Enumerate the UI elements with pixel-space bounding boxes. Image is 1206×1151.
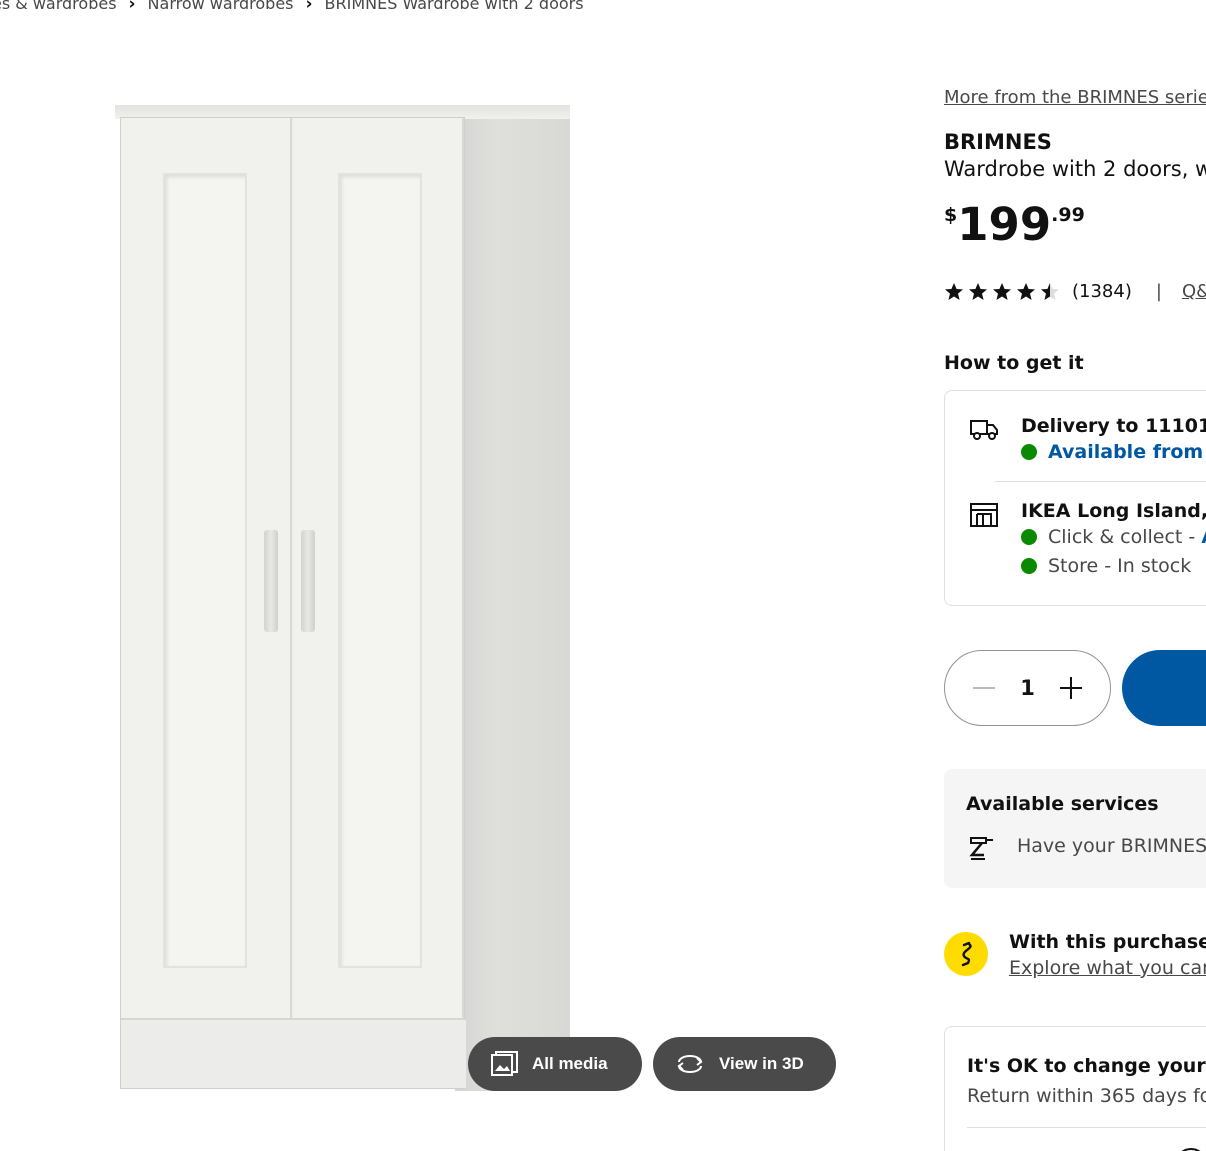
chevron-right-icon: › bbox=[128, 0, 136, 14]
shield-icon bbox=[1181, 1148, 1201, 1151]
star-full-icon bbox=[969, 282, 987, 300]
click-collect-status-text: Av bbox=[1201, 526, 1206, 548]
product-price: $199.99 bbox=[944, 198, 1085, 251]
door-panel bbox=[163, 173, 247, 968]
product-image bbox=[115, 105, 575, 1095]
rating-divider: | bbox=[1155, 281, 1162, 302]
rotate-3d-icon bbox=[677, 1055, 703, 1073]
star-full-icon bbox=[993, 282, 1011, 300]
services-heading: Available services bbox=[966, 793, 1159, 815]
plus-icon[interactable] bbox=[1060, 677, 1082, 699]
series-link[interactable]: More from the BRIMNES series bbox=[944, 87, 1206, 108]
quantity-stepper: 1 bbox=[944, 650, 1111, 726]
star-half-icon bbox=[1041, 282, 1059, 300]
truck-icon bbox=[970, 420, 998, 440]
how-to-get-it-heading: How to get it bbox=[944, 352, 1084, 374]
return-policy-card[interactable]: It's OK to change your mi Return within … bbox=[944, 1026, 1206, 1151]
all-media-label: All media bbox=[532, 1054, 608, 1073]
delivery-status-text: Available from $3 bbox=[1048, 441, 1206, 463]
click-collect-status: Click & collect - Av bbox=[1021, 526, 1206, 548]
chevron-right-icon: › bbox=[305, 0, 313, 14]
view-3d-button[interactable]: View in 3D bbox=[653, 1037, 836, 1091]
wardrobe-handle bbox=[301, 530, 315, 632]
all-media-button[interactable]: All media bbox=[468, 1037, 642, 1091]
product-name: BRIMNES bbox=[944, 130, 1052, 154]
family-swirl-icon bbox=[961, 941, 972, 967]
loyalty-title: With this purchase, y bbox=[1009, 931, 1206, 953]
status-dot-icon bbox=[1021, 558, 1037, 574]
quantity-value[interactable]: 1 bbox=[1020, 676, 1035, 700]
available-services-card[interactable]: Available services Have your BRIMNES p bbox=[944, 769, 1206, 888]
door-panel bbox=[338, 173, 422, 968]
star-full-icon bbox=[945, 282, 963, 300]
product-info-panel: More from the BRIMNES series BRIMNES War… bbox=[944, 0, 1206, 1151]
rating-row[interactable]: (1384) | Q&A bbox=[944, 281, 1206, 302]
product-image-gallery[interactable] bbox=[0, 40, 860, 1151]
wardrobe-door-right bbox=[293, 118, 464, 1018]
status-dot-icon bbox=[1021, 444, 1037, 460]
fulfillment-box: Delivery to 11101 Available from $3 IKEA… bbox=[944, 390, 1206, 606]
click-collect-label: Click & collect - bbox=[1048, 526, 1196, 548]
breadcrumb-narrow-wardrobes[interactable]: Narrow wardrobes bbox=[148, 0, 294, 13]
view-3d-label: View in 3D bbox=[719, 1054, 804, 1073]
gallery-icon bbox=[491, 1051, 518, 1076]
minus-icon[interactable] bbox=[973, 687, 995, 689]
rating-stars bbox=[944, 282, 1060, 302]
divider bbox=[967, 1127, 1206, 1128]
price-decimal: .99 bbox=[1051, 204, 1085, 226]
rating-count: (1384) bbox=[1072, 281, 1132, 302]
return-title: It's OK to change your mi bbox=[967, 1055, 1206, 1077]
loyalty-link[interactable]: Explore what you can g bbox=[1009, 957, 1206, 979]
assembly-tool-icon bbox=[969, 837, 993, 860]
assembly-service-text: Have your BRIMNES p bbox=[1017, 835, 1206, 857]
delivery-title: Delivery to 11101 bbox=[1021, 415, 1206, 437]
price-currency: $ bbox=[944, 204, 958, 226]
store-stock-status: Store - In stock bbox=[1021, 555, 1191, 577]
wardrobe-front bbox=[120, 117, 466, 1089]
store-stock-text: Store - In stock bbox=[1048, 555, 1192, 577]
star-full-icon bbox=[1017, 282, 1035, 300]
add-to-bag-button[interactable] bbox=[1122, 650, 1206, 726]
breadcrumb-current: BRIMNES Wardrobe with 2 doors bbox=[324, 0, 584, 13]
loyalty-icon bbox=[944, 932, 988, 976]
breadcrumb-wardrobes[interactable]: es & wardrobes bbox=[0, 0, 117, 13]
wardrobe-side-panel bbox=[455, 113, 570, 1091]
wardrobe-plinth bbox=[121, 1018, 466, 1088]
wardrobe-handle bbox=[264, 530, 278, 632]
divider bbox=[995, 481, 1206, 482]
store-title: IKEA Long Island, NY bbox=[1021, 500, 1206, 522]
breadcrumb: es & wardrobes › Narrow wardrobes › BRIMNES … bbox=[0, 0, 584, 14]
product-description: Wardrobe with 2 doors, white bbox=[944, 157, 1206, 181]
store-icon bbox=[970, 503, 998, 527]
delivery-status: Available from $3 bbox=[1021, 441, 1206, 463]
price-integer: 199 bbox=[957, 198, 1052, 251]
qa-link[interactable]: Q&A bbox=[1182, 281, 1206, 302]
return-text: Return within 365 days for bbox=[967, 1085, 1206, 1107]
status-dot-icon bbox=[1021, 529, 1037, 545]
